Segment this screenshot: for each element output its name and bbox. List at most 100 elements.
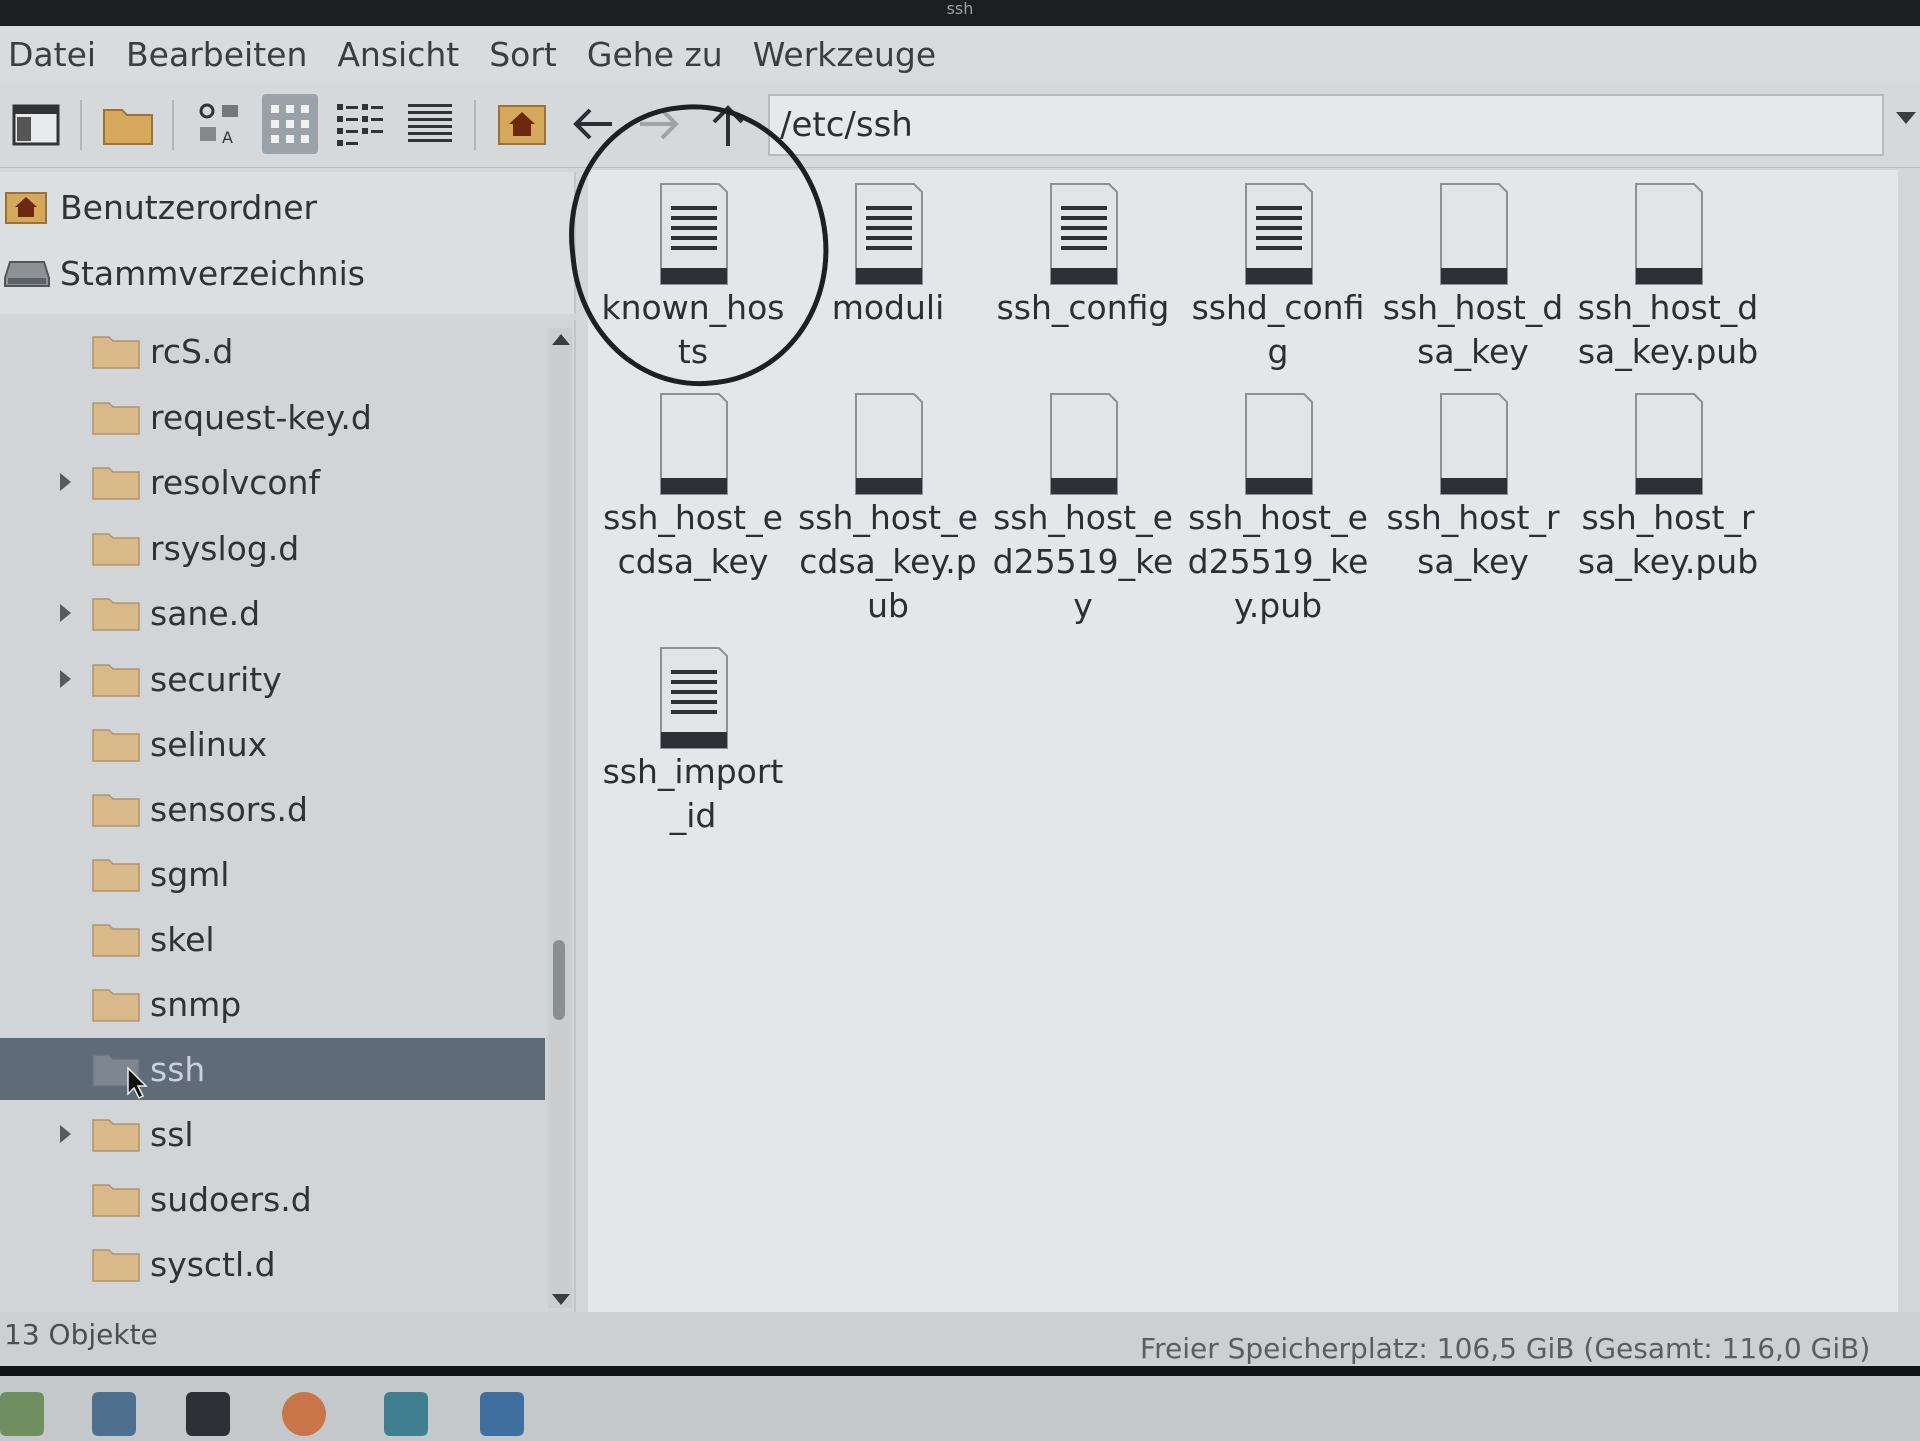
- tree-item-label: rsyslog.d: [150, 528, 300, 568]
- chevron-down-icon[interactable]: [1896, 112, 1916, 124]
- tree-item-request-key-d[interactable]: request-key.d: [0, 386, 545, 448]
- tree-item-label: rcS.d: [150, 331, 234, 371]
- tree-item-sudoers-d[interactable]: sudoers.d: [0, 1168, 545, 1230]
- file-label: ssh_host_rsa_key.pub: [1577, 498, 1759, 581]
- tree-item-snmp[interactable]: snmp: [0, 973, 545, 1035]
- compact-view-icon[interactable]: [332, 94, 388, 154]
- home-icon[interactable]: [494, 94, 550, 154]
- tree-item-ssh[interactable]: ssh: [0, 1038, 545, 1100]
- tree-item-resolvconf[interactable]: resolvconf: [0, 451, 545, 513]
- tree-item-label: ssh: [150, 1049, 206, 1089]
- binary-file-icon: [1245, 393, 1313, 495]
- binary-file-icon: [660, 393, 728, 495]
- file-ssh-host-dsa-key[interactable]: ssh_host_dsa_key: [1378, 182, 1568, 374]
- tree-item-ssl[interactable]: ssl: [0, 1103, 545, 1165]
- expand-arrow-icon[interactable]: [60, 604, 71, 622]
- file-label: ssh_host_ecdsa_key: [603, 498, 783, 581]
- status-item-count: 13 Objekte: [4, 1318, 158, 1351]
- new-folder-icon[interactable]: [100, 94, 156, 154]
- thumbnail-view-icon[interactable]: A: [192, 94, 248, 154]
- tree-item-label: skel: [150, 919, 215, 959]
- tree-item-label: sudoers.d: [150, 1179, 312, 1219]
- tree-item-label: resolvconf: [150, 462, 321, 502]
- scroll-up-arrow-icon[interactable]: [552, 334, 570, 345]
- menu-gehe-zu[interactable]: Gehe zu: [587, 35, 723, 74]
- place-label: Benutzerordner: [60, 187, 318, 227]
- tree-item-sensors-d[interactable]: sensors.d: [0, 778, 545, 840]
- tree-item-label: security: [150, 659, 282, 699]
- file-ssh-host-ecdsa-key[interactable]: ssh_host_ecdsa_key: [598, 392, 788, 584]
- text-file-icon: [855, 183, 923, 285]
- tree-item-rsyslog-d[interactable]: rsyslog.d: [0, 517, 545, 579]
- menu-sort[interactable]: Sort: [489, 35, 557, 74]
- expand-arrow-icon[interactable]: [60, 1125, 71, 1143]
- detailed-list-icon[interactable]: [402, 94, 458, 154]
- tree-item-label: sane.d: [150, 593, 261, 633]
- text-file-icon: [660, 647, 728, 749]
- folder-tree: rcS.d request-key.d resolvconf rsyslog.d…: [0, 320, 576, 1312]
- file-ssh-config[interactable]: ssh_config: [988, 182, 1178, 330]
- file-label: ssh_import_id: [602, 752, 784, 835]
- app-icon[interactable]: [384, 1392, 428, 1436]
- expand-arrow-icon[interactable]: [60, 473, 71, 491]
- tree-item-sysctl-d[interactable]: sysctl.d: [0, 1233, 545, 1295]
- network-icon[interactable]: [92, 1392, 136, 1436]
- file-ssh-host-ecdsa-key-pub[interactable]: ssh_host_ecdsa_key.pub: [793, 392, 983, 628]
- file-label: ssh_host_ecdsa_key.pub: [798, 498, 978, 625]
- folder-icon: [92, 598, 140, 631]
- scroll-down-arrow-icon[interactable]: [552, 1294, 570, 1305]
- tree-item-skel[interactable]: skel: [0, 908, 545, 970]
- file-ssh-import-id[interactable]: ssh_import_id: [598, 646, 788, 838]
- menu-datei[interactable]: Datei: [8, 35, 96, 74]
- tree-item-sane-d[interactable]: sane.d: [0, 582, 545, 644]
- tree-item-selinux[interactable]: selinux: [0, 713, 545, 775]
- file-ssh-host-rsa-key[interactable]: ssh_host_rsa_key: [1378, 392, 1568, 584]
- vnc-icon[interactable]: [480, 1392, 524, 1436]
- browser-icon[interactable]: [282, 1392, 326, 1436]
- icon-view-icon[interactable]: [262, 94, 318, 154]
- home-icon: [5, 192, 47, 224]
- menu-ansicht[interactable]: Ansicht: [337, 35, 459, 74]
- tree-item-rcs-d[interactable]: rcS.d: [0, 320, 545, 382]
- menu-bearbeiten[interactable]: Bearbeiten: [126, 35, 307, 74]
- folder-icon: [92, 859, 140, 892]
- tree-item-label: sysctl.d: [150, 1244, 276, 1284]
- folder-icon: [92, 336, 140, 369]
- svg-text:A: A: [222, 128, 233, 147]
- tree-item-label: selinux: [150, 724, 268, 764]
- address-bar[interactable]: /etc/ssh: [768, 94, 1884, 156]
- tree-item-sgml[interactable]: sgml: [0, 843, 545, 905]
- binary-file-icon: [855, 393, 923, 495]
- terminal-icon[interactable]: [186, 1392, 230, 1436]
- folder-icon: [92, 664, 140, 697]
- tree-scrollbar[interactable]: [548, 328, 572, 1308]
- file-ssh-host-dsa-key-pub[interactable]: ssh_host_dsa_key.pub: [1573, 182, 1763, 374]
- binary-file-icon: [1635, 393, 1703, 495]
- expand-arrow-icon[interactable]: [60, 670, 71, 688]
- place-root[interactable]: Stammverzeichnis: [0, 244, 560, 302]
- file-sshd-config[interactable]: sshd_config: [1183, 182, 1373, 374]
- binary-file-icon: [1440, 183, 1508, 285]
- file-label: ssh_host_ed25519_key: [992, 498, 1174, 625]
- mouse-cursor-icon: [127, 1066, 148, 1100]
- place-home-folder[interactable]: Benutzerordner: [0, 178, 560, 236]
- tree-item-label: snmp: [150, 984, 242, 1024]
- binary-file-icon: [1635, 183, 1703, 285]
- file-label: ssh_host_dsa_key: [1382, 288, 1564, 371]
- place-label: Stammverzeichnis: [60, 253, 365, 293]
- window-title: ssh: [0, 0, 1920, 26]
- menu-werkzeuge[interactable]: Werkzeuge: [753, 35, 936, 74]
- folder-icon: [92, 924, 140, 957]
- binary-file-icon: [1050, 393, 1118, 495]
- file-label: ssh_host_rsa_key: [1386, 498, 1560, 581]
- tree-item-security[interactable]: security: [0, 648, 545, 710]
- file-ssh-host-rsa-key-pub[interactable]: ssh_host_rsa_key.pub: [1573, 392, 1763, 584]
- folder-icon: [92, 729, 140, 762]
- folder-icon: [92, 1249, 140, 1282]
- file-label: ssh_host_dsa_key.pub: [1577, 288, 1759, 371]
- file-ssh-host-ed25519-key[interactable]: ssh_host_ed25519_key: [988, 392, 1178, 628]
- start-menu-icon[interactable]: [0, 1392, 44, 1436]
- file-ssh-host-ed25519-key-pub[interactable]: ssh_host_ed25519_key.pub: [1183, 392, 1373, 628]
- new-window-icon[interactable]: [8, 94, 64, 154]
- scrollbar-thumb[interactable]: [553, 940, 565, 1020]
